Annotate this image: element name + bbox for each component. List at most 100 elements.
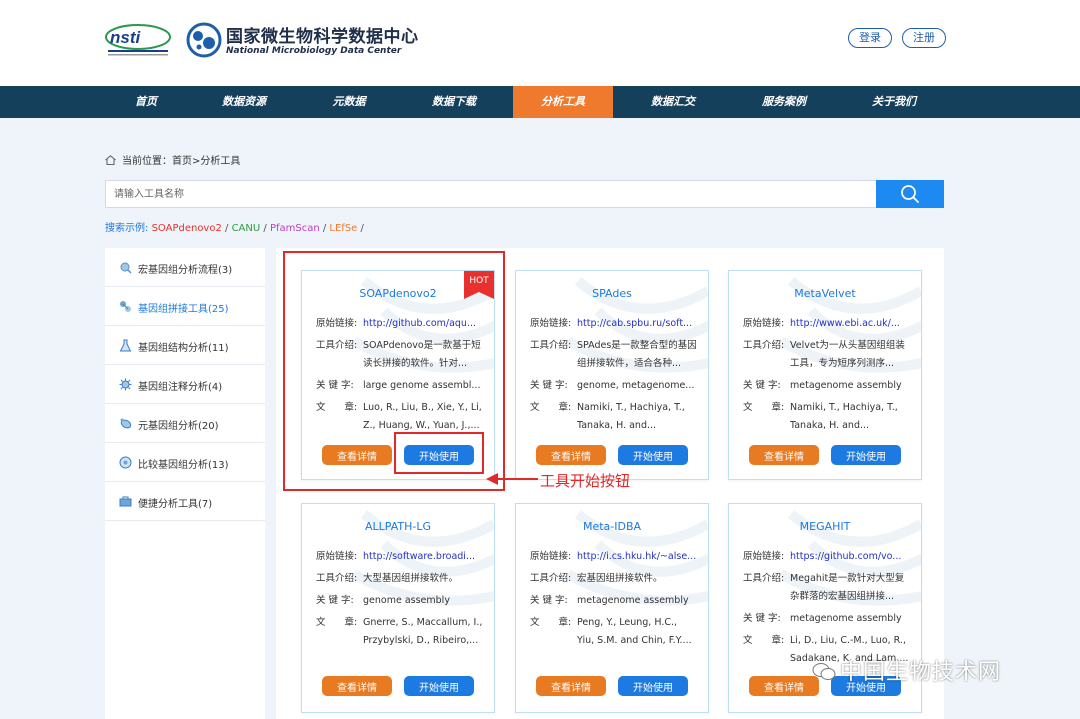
nav-item-about-us[interactable]: 关于我们 <box>844 86 944 118</box>
tool-card-link[interactable]: http://software.broadi... <box>363 548 483 566</box>
flask-icon <box>119 339 132 352</box>
breadcrumb-path[interactable]: 首页>分析工具 <box>172 156 240 167</box>
sidebar-item-label: 元基因组分析(20) <box>138 421 219 432</box>
assembly-icon <box>120 301 131 312</box>
sidebar-item-label: 宏基因组分析流程(3) <box>138 265 233 276</box>
tool-card-intro: Megahit是一款针对大型复杂群落的宏基因组拼接... <box>790 573 905 602</box>
sidebar-item-label: 比较基因组分析(13) <box>138 460 229 471</box>
sidebar-item-genome-annotation[interactable]: 基因组注释分析(4) <box>105 365 265 404</box>
tool-card-title[interactable]: Meta-IDBA <box>516 520 708 533</box>
tool-card-link[interactable]: https://github.com/vo... <box>790 548 910 566</box>
tool-card-article-row: 文 章: Namiki, T., Hachiya, T., Tanaka, H. … <box>530 399 702 435</box>
search-example-separator: / <box>357 223 364 234</box>
nav-item-home[interactable]: 首页 <box>96 86 196 118</box>
intro-label: 工具介绍: <box>743 340 785 351</box>
tool-card: ALLPATH-LG 原始链接: http://software.broadi...… <box>301 503 495 713</box>
keyword-label: 关 键 字: <box>316 595 354 606</box>
sidebar-item-genome-structure[interactable]: 基因组结构分析(11) <box>105 326 265 365</box>
tool-card-link-row: 原始链接: https://github.com/vo... <box>743 548 915 566</box>
tool-card-article-row: 文 章: Gnerre, S., Maccallum, I., Przybylsk… <box>316 614 488 650</box>
start-using-button[interactable]: 开始使用 <box>404 676 474 696</box>
sidebar-item-metagenome-analysis[interactable]: 元基因组分析(20) <box>105 404 265 443</box>
tool-card-intro: 大型基因组拼接软件。 <box>363 573 459 584</box>
tool-card-keyword-row: 关 键 字: metagenome assembly <box>743 610 915 628</box>
tool-card-link-row: 原始链接: http://www.ebi.ac.uk/... <box>743 315 915 333</box>
site-header: nsti 国家微生物科学数据中心 National Microbiology D… <box>0 0 1080 86</box>
annotation-label: 工具开始按钮 <box>540 472 631 490</box>
tool-card-intro: 宏基因组拼接软件。 <box>577 573 663 584</box>
watermark-text: 中国生物技术网 <box>840 660 1002 685</box>
search-example-link[interactable]: PfamScan <box>270 223 320 234</box>
intro-label: 工具介绍: <box>530 573 572 584</box>
search-example-link[interactable]: SOAPdenovo2 <box>152 223 222 234</box>
nav-item-data-download[interactable]: 数据下载 <box>404 86 504 118</box>
main-nav: 首页 数据资源 元数据 数据下载 分析工具 数据汇交 服务案例 关于我们 <box>0 86 1080 118</box>
nav-item-data-resources[interactable]: 数据资源 <box>194 86 294 118</box>
tool-card: Meta-IDBA 原始链接: http://i.cs.hku.hk/~alse..… <box>515 503 709 713</box>
sidebar-item-comparative-genomics[interactable]: 比较基因组分析(13) <box>105 443 265 482</box>
nav-item-service-cases[interactable]: 服务案例 <box>734 86 834 118</box>
search-example-link[interactable]: CANU <box>232 223 261 234</box>
tool-card: SPAdes 原始链接: http://cab.spbu.ru/soft... 工具介… <box>515 270 709 480</box>
tool-card-keyword-row: 关 键 字: genome assembly <box>316 592 488 610</box>
tool-card-keyword-row: 关 键 字: genome, metagenome... <box>530 377 702 395</box>
brand-name-en: National Microbiology Data Center <box>226 46 402 56</box>
tool-card-intro: Velvet为一从头基因组组装工具，专为短序列测序... <box>790 340 905 369</box>
magnify-icon <box>120 262 132 274</box>
link-label: 原始链接: <box>316 551 358 562</box>
view-details-button[interactable]: 查看详情 <box>749 445 819 465</box>
arrow-left-icon <box>486 473 538 485</box>
tool-card-keyword-row: 关 键 字: metagenome assembly <box>530 592 702 610</box>
tool-card-link-row: 原始链接: http://cab.spbu.ru/soft... <box>530 315 702 333</box>
intro-label: 工具介绍: <box>316 573 358 584</box>
breadcrumb-prefix: 当前位置： <box>122 156 172 167</box>
tool-card-title[interactable]: MEGAHIT <box>729 520 921 533</box>
sidebar-item-genome-assembly[interactable]: 基因组拼接工具(25) <box>105 287 265 326</box>
tool-card-keyword: genome, metagenome... <box>577 380 695 391</box>
link-label: 原始链接: <box>530 551 572 562</box>
search-example-link[interactable]: LEfSe <box>329 223 357 234</box>
view-details-button[interactable]: 查看详情 <box>749 676 819 696</box>
start-using-button[interactable]: 开始使用 <box>618 445 688 465</box>
nsti-logo[interactable]: nsti <box>104 22 172 58</box>
sidebar-item-metagenome-pipeline[interactable]: 宏基因组分析流程(3) <box>105 248 265 287</box>
search-example-separator: / <box>221 223 232 234</box>
article-label: 文 章: <box>743 402 785 413</box>
tool-card-keyword: metagenome assembly <box>790 380 902 391</box>
tool-card-intro-row: 工具介绍: Velvet为一从头基因组组装工具，专为短序列测序... <box>743 337 915 373</box>
tool-card-link[interactable]: http://i.cs.hku.hk/~alse... <box>577 548 697 566</box>
search-examples: 搜索示例: SOAPdenovo2 / CANU / PfamScan / LE… <box>105 219 364 234</box>
register-button[interactable]: 注册 <box>902 28 946 48</box>
sidebar-item-label: 基因组结构分析(11) <box>138 343 229 354</box>
tool-card-link[interactable]: http://cab.spbu.ru/soft... <box>577 315 697 333</box>
tool-card-article: Namiki, T., Hachiya, T., Tanaka, H. and.… <box>790 402 898 431</box>
search-button[interactable] <box>876 180 944 208</box>
tool-card-keyword: metagenome assembly <box>790 613 902 624</box>
start-using-button[interactable]: 开始使用 <box>618 676 688 696</box>
nav-item-analysis-tools[interactable]: 分析工具 <box>513 86 613 118</box>
tool-card-intro-row: 工具介绍: 宏基因组拼接软件。 <box>530 570 702 588</box>
nav-item-metadata[interactable]: 元数据 <box>299 86 399 118</box>
nav-item-data-submission[interactable]: 数据汇交 <box>623 86 723 118</box>
sidebar-item-quick-tools[interactable]: 便捷分析工具(7) <box>105 482 265 521</box>
tool-card-keyword: genome assembly <box>363 595 450 606</box>
tool-card-title[interactable]: SPAdes <box>516 287 708 300</box>
keyword-label: 关 键 字: <box>530 595 568 606</box>
tool-card-keyword-row: 关 键 字: metagenome assembly <box>743 377 915 395</box>
sidebar-item-label: 基因组注释分析(4) <box>138 382 223 393</box>
view-details-button[interactable]: 查看详情 <box>536 445 606 465</box>
view-details-button[interactable]: 查看详情 <box>322 676 392 696</box>
article-label: 文 章: <box>743 635 785 646</box>
link-label: 原始链接: <box>743 551 785 562</box>
view-details-button[interactable]: 查看详情 <box>536 676 606 696</box>
keyword-label: 关 键 字: <box>743 613 781 624</box>
link-label: 原始链接: <box>530 318 572 329</box>
tool-search-input[interactable] <box>105 180 877 208</box>
tool-card-keyword: metagenome assembly <box>577 595 689 606</box>
nmdc-logo[interactable] <box>186 22 222 58</box>
start-using-button[interactable]: 开始使用 <box>831 445 901 465</box>
tool-card-link[interactable]: http://www.ebi.ac.uk/... <box>790 315 910 333</box>
login-button[interactable]: 登录 <box>848 28 892 48</box>
tool-card-title[interactable]: MetaVelvet <box>729 287 921 300</box>
tool-card-title[interactable]: ALLPATH-LG <box>302 520 494 533</box>
